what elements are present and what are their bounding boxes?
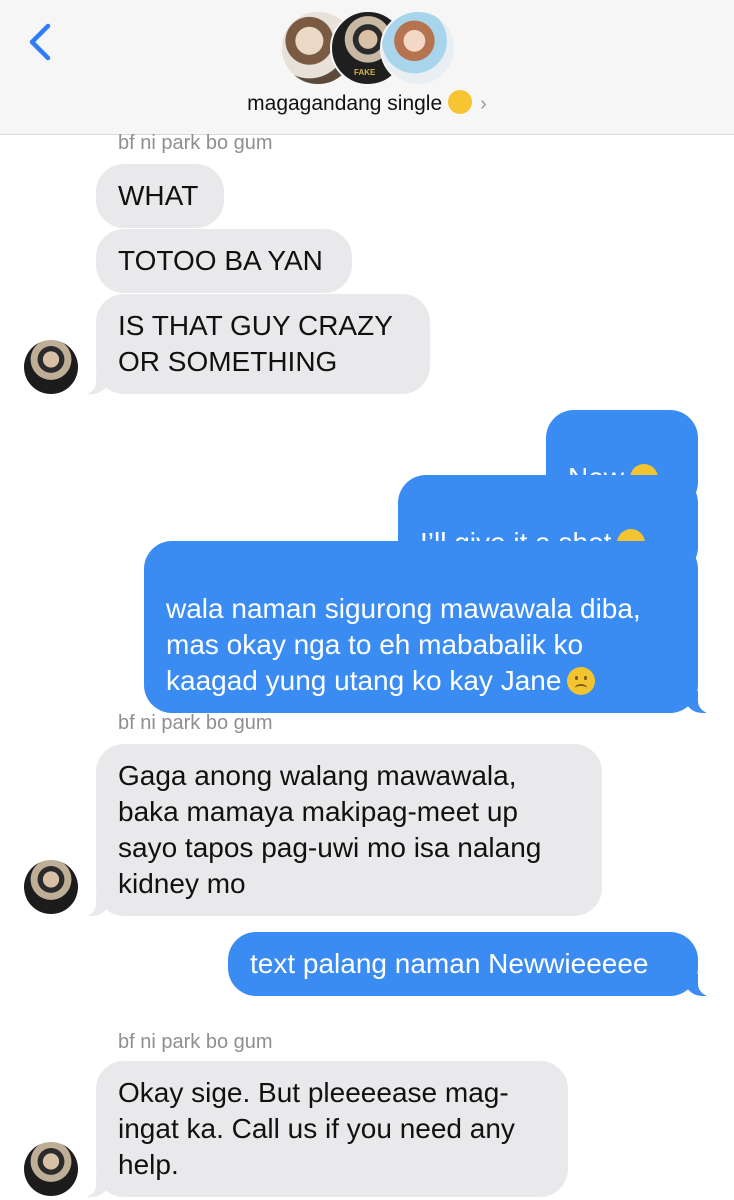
incoming-message[interactable]: IS THAT GUY CRAZY OR SOMETHING xyxy=(82,294,430,394)
sender-name: bf ni park bo gum xyxy=(118,132,273,154)
avatar xyxy=(24,340,78,394)
sender-name: bf ni park bo gum xyxy=(118,1031,273,1053)
incoming-message[interactable]: TOTOO BA YAN xyxy=(96,229,352,293)
group-avatars[interactable]: FAKE xyxy=(276,10,460,86)
incoming-message[interactable]: Gaga anong walang mawawala, baka mamaya … xyxy=(82,744,602,916)
incoming-message[interactable]: WHAT xyxy=(96,164,224,228)
avatar xyxy=(24,1142,78,1196)
zany-face-emoji xyxy=(448,90,473,114)
outgoing-message[interactable]: text palang naman Newwieeeee xyxy=(228,932,712,996)
outgoing-message[interactable]: wala naman sigurong mawawala diba, mas o… xyxy=(144,541,712,713)
group-name: magagandang single xyxy=(247,92,443,115)
back-button[interactable] xyxy=(22,20,62,64)
avatar xyxy=(380,10,456,86)
avatar xyxy=(24,860,78,914)
conversation-header: FAKE magagandang single › xyxy=(0,0,734,135)
chevron-right-icon: › xyxy=(480,93,487,115)
incoming-message[interactable]: Okay sige. But pleeeease mag- ingat ka. … xyxy=(82,1061,568,1197)
sender-name: bf ni park bo gum xyxy=(118,712,273,734)
chevron-left-icon xyxy=(29,23,51,61)
frowning-face-emoji xyxy=(567,667,596,695)
group-title[interactable]: magagandang single › xyxy=(0,90,734,116)
